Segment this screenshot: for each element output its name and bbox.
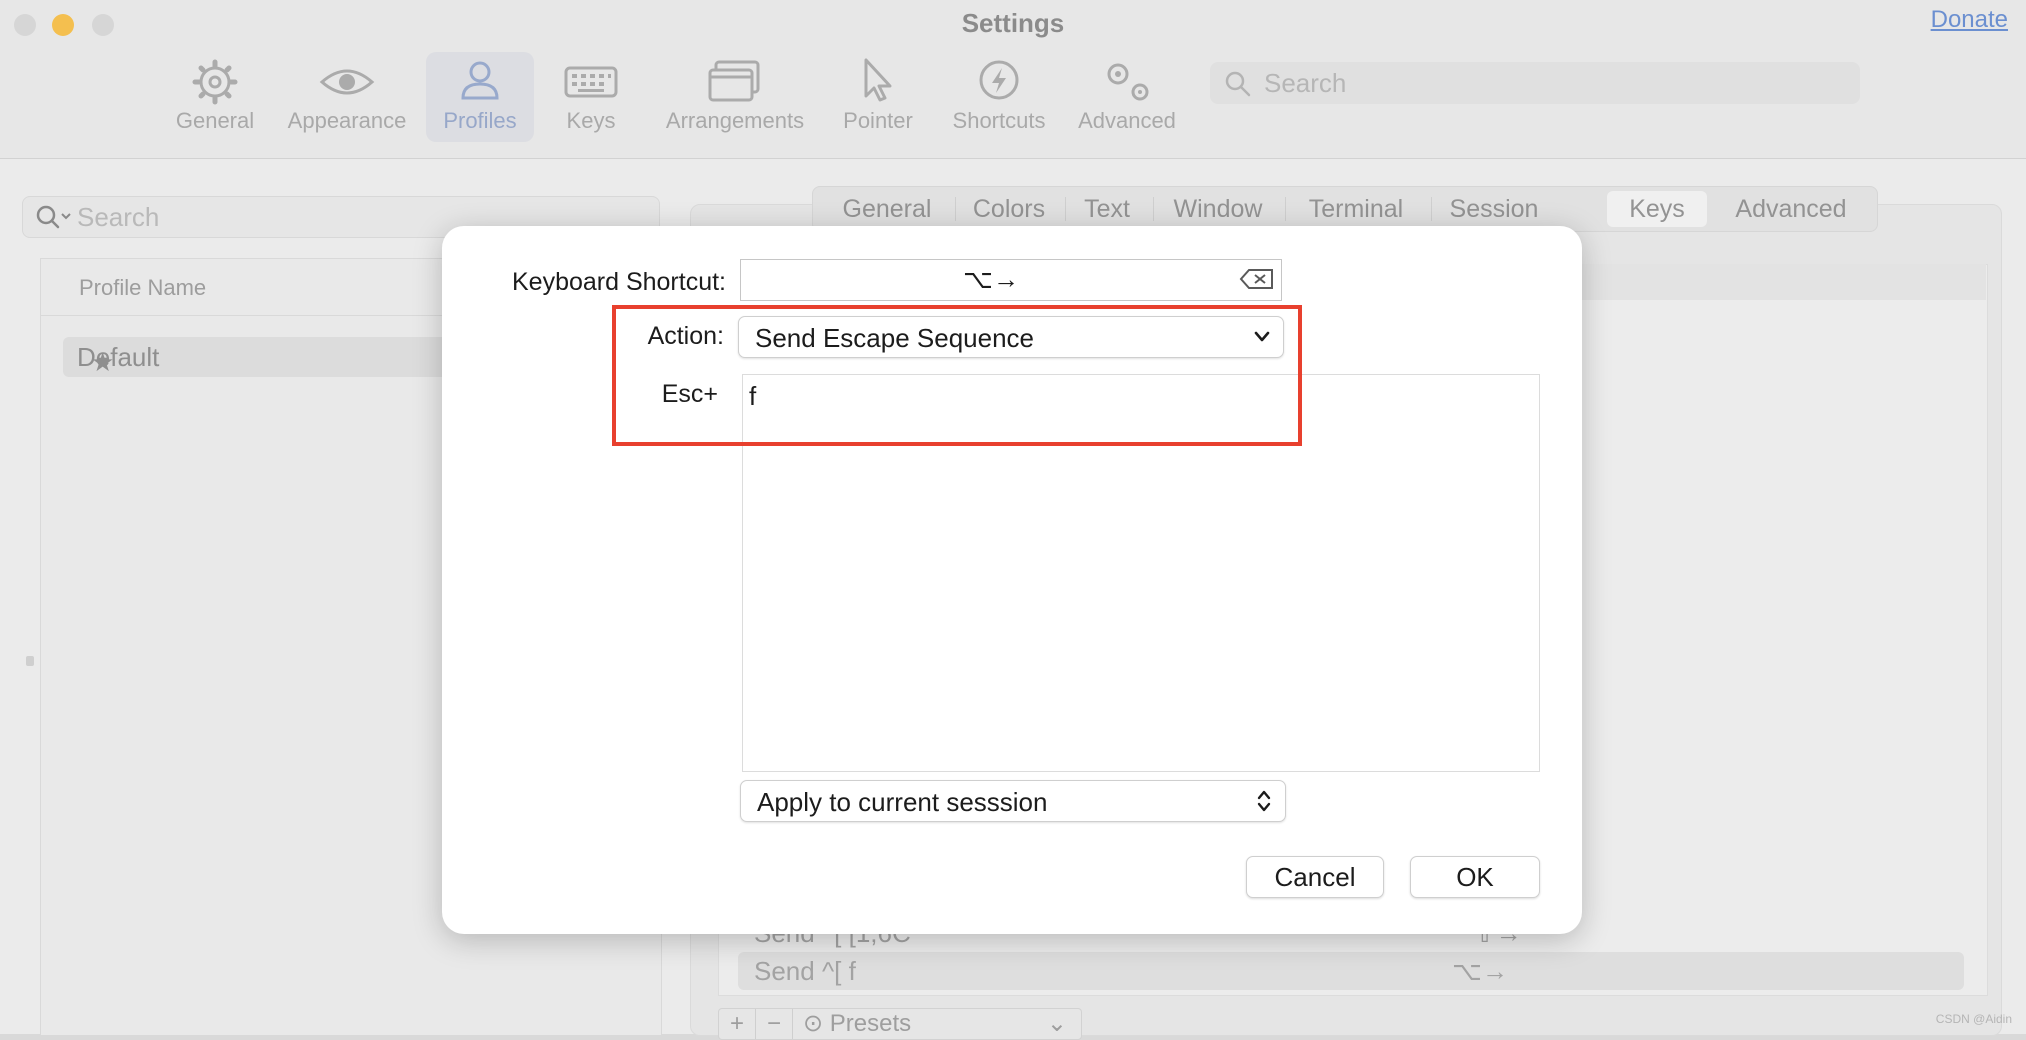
settings-window: Settings Donate General Appearance Profi… — [0, 0, 2026, 1040]
resize-handle[interactable] — [26, 656, 34, 666]
profile-search-input[interactable]: Search — [77, 202, 159, 233]
ellipsis-circle-icon: ⊙ — [803, 1010, 824, 1037]
star-icon: ★ — [91, 347, 115, 377]
subtab-terminal[interactable]: Terminal — [1289, 191, 1423, 227]
windows-icon — [708, 60, 760, 102]
cancel-button[interactable]: Cancel — [1246, 856, 1384, 898]
apply-scope-select[interactable]: Apply to current sesssion — [740, 780, 1286, 822]
toolbar-arrangements[interactable]: Arrangements — [660, 52, 810, 142]
toolbar-search-input[interactable]: Search — [1264, 68, 1346, 99]
donate-link[interactable]: Donate — [1931, 6, 2008, 34]
apply-scope-value: Apply to current sesssion — [757, 787, 1048, 817]
subtab-colors[interactable]: Colors — [961, 191, 1057, 227]
chevron-down-icon: ⌄ — [1046, 1010, 1067, 1037]
subtab-window[interactable]: Window — [1159, 191, 1277, 227]
toolbar-keys[interactable]: Keys — [556, 52, 626, 142]
lightning-icon — [979, 60, 1019, 100]
toolbar-shortcuts[interactable]: Shortcuts — [944, 52, 1054, 142]
table-row[interactable]: Send ^[ f ⌥→ — [738, 952, 1964, 990]
toolbar-profiles[interactable]: Profiles — [426, 52, 534, 142]
key-mapping-dialog: Keyboard Shortcut: ⌥→ Action: Send Escap… — [442, 226, 1582, 934]
keyboard-shortcut-field[interactable]: ⌥→ — [740, 259, 1282, 301]
subtab-session[interactable]: Session — [1435, 191, 1553, 227]
search-icon — [1225, 71, 1251, 97]
subtab-keys[interactable]: Keys — [1607, 191, 1707, 227]
toolbar-appearance[interactable]: Appearance — [282, 52, 412, 142]
chevron-updown-icon — [1257, 790, 1271, 812]
keyboard-icon — [564, 66, 618, 98]
toolbar-search-field[interactable]: Search — [1210, 62, 1860, 104]
person-icon — [461, 61, 499, 100]
subtab-advanced[interactable]: Advanced — [1721, 191, 1861, 227]
subtab-text[interactable]: Text — [1069, 191, 1145, 227]
subtab-general[interactable]: General — [827, 191, 947, 227]
eye-icon — [319, 69, 375, 95]
clear-shortcut-icon[interactable] — [1239, 268, 1275, 290]
remove-mapping-button[interactable]: − — [756, 1009, 792, 1039]
keyboard-shortcut-label: Keyboard Shortcut: — [511, 268, 726, 296]
toolbar-advanced[interactable]: Advanced — [1076, 52, 1178, 142]
window-title: Settings — [961, 8, 1065, 38]
toolbar-general[interactable]: General — [172, 52, 258, 142]
toolbar-pointer[interactable]: Pointer — [838, 52, 918, 142]
search-dropdown-icon[interactable] — [35, 203, 73, 231]
keyboard-shortcut-value: ⌥→ — [963, 264, 1019, 294]
titlebar: Settings Donate General Appearance Profi… — [0, 0, 2026, 159]
gears-icon — [1107, 63, 1149, 101]
presets-menu[interactable]: ⊙ Presets ⌄ — [793, 1009, 1081, 1039]
ok-button[interactable]: OK — [1410, 856, 1540, 898]
add-mapping-button[interactable]: + — [719, 1009, 755, 1039]
gear-icon — [192, 59, 238, 105]
footer-credit: CSDN @Aidin — [1935, 1012, 2012, 1026]
annotation-highlight-box — [612, 305, 1302, 446]
pointer-icon — [864, 58, 892, 102]
key-mappings-toolbar: + − ⊙ Presets ⌄ — [718, 1008, 1082, 1040]
